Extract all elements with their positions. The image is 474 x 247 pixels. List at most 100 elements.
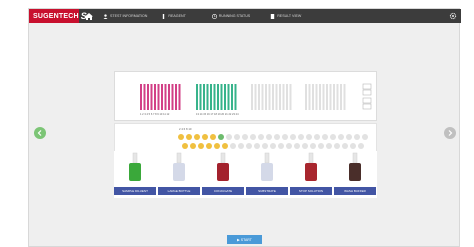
- strip-empty: [343, 84, 346, 110]
- strip-empty: [315, 84, 318, 110]
- reagent-tube-row: SAMPLE DILUENT LARGE BOTTLE CONJUGATE SUBST…: [114, 151, 377, 198]
- strip-empty: [268, 84, 271, 110]
- well: [310, 143, 316, 149]
- top-navigation-bar: SUGENTECH S STEST INFORMATION REAGENT RU…: [29, 9, 461, 23]
- start-button[interactable]: ▶ START: [227, 235, 262, 244]
- nav-result-view[interactable]: RESULT VIEW: [270, 13, 302, 19]
- reagent-tube-slot[interactable]: CONJUGATE: [202, 151, 244, 198]
- well: [334, 143, 340, 149]
- well: [326, 143, 332, 149]
- strip-empty: [286, 84, 288, 110]
- well-numbers-top: 2 4 6 8 10: [179, 127, 192, 131]
- tube-body: [173, 163, 185, 181]
- reagent-tube-label: SAMPLE DILUENT: [114, 187, 156, 195]
- reagent-tube-icon: [173, 152, 185, 181]
- strip-empty: [322, 84, 325, 110]
- tube-cap-stem: [352, 152, 358, 164]
- strip-empty: [336, 84, 339, 110]
- well: [294, 143, 300, 149]
- reagent-tube-label: CONJUGATE: [202, 187, 244, 195]
- well: [218, 134, 224, 140]
- well: [234, 134, 240, 140]
- strip-filled: [147, 84, 149, 110]
- reagent-tube-slot[interactable]: SAMPLE DILUENT: [114, 151, 156, 198]
- well: [186, 134, 192, 140]
- strip-filled: [203, 84, 205, 110]
- well: [230, 143, 236, 149]
- nav-label: RUNNING STATUS: [218, 14, 251, 18]
- well: [274, 134, 280, 140]
- strip-indicator: [362, 83, 372, 90]
- well: [282, 134, 288, 140]
- strip-filled: [171, 84, 174, 110]
- nav-running-status[interactable]: RUNNING STATUS: [211, 13, 251, 19]
- well: [238, 143, 244, 149]
- reagent-tube-slot[interactable]: STOP SOLUTION: [290, 151, 332, 198]
- well: [242, 134, 248, 140]
- reagent-tube-label: WASH BUFFER: [334, 187, 376, 195]
- strip-empty: [251, 84, 253, 110]
- clock-icon: [211, 13, 217, 19]
- strip-filled: [206, 84, 209, 110]
- nav-test-information[interactable]: STEST INFORMATION: [103, 13, 148, 19]
- strip-empty: [275, 84, 278, 110]
- reagent-tube-icon: [217, 152, 229, 181]
- well: [266, 134, 272, 140]
- strip-empty: [265, 84, 267, 110]
- strip-filled: [164, 84, 167, 110]
- reagent-tube-label: STOP SOLUTION: [290, 187, 332, 195]
- strip-filled: [196, 84, 198, 110]
- strip-numbers: 1 2 3 4 5 6 7 8 9 10 11 12: [140, 112, 170, 116]
- well: [298, 134, 304, 140]
- strip-empty: [308, 84, 311, 110]
- well: [290, 134, 296, 140]
- strip-filled: [154, 84, 156, 110]
- strip-empty: [326, 84, 328, 110]
- nav-label: REAGENT: [168, 14, 186, 18]
- strip-rack-panel: 1 2 3 4 5 6 7 8 9 10 11 12 13 14 15 16 17…: [114, 71, 377, 121]
- tube-cap-stem: [308, 152, 314, 164]
- document-icon: [271, 13, 275, 19]
- strip-empty: [319, 84, 321, 110]
- well: [278, 143, 284, 149]
- well: [226, 134, 232, 140]
- strip-empty: [272, 84, 274, 110]
- nav-label: STEST INFORMATION: [110, 14, 148, 18]
- reagent-tube-slot[interactable]: LARGE BOTTLE: [158, 151, 200, 198]
- nav-label: RESULT VIEW: [277, 14, 302, 18]
- home-button[interactable]: [83, 11, 95, 21]
- well: [202, 134, 208, 140]
- reagent-tube-slot[interactable]: WASH BUFFER: [334, 151, 376, 198]
- strip-rack: 1 2 3 4 5 6 7 8 9 10 11 12 13 14 15 16 17…: [140, 83, 372, 116]
- strip-empty: [279, 84, 281, 110]
- strip-empty: [312, 84, 314, 110]
- arrow-left-icon: [37, 130, 42, 136]
- well: [178, 134, 184, 140]
- strip-filled: [224, 84, 226, 110]
- next-arrow-button[interactable]: [444, 127, 456, 139]
- reagent-tube-slot[interactable]: SUBSTRATE: [246, 151, 288, 198]
- brand-logo: SUGENTECH S: [29, 9, 87, 23]
- well: [258, 134, 264, 140]
- well: [314, 134, 320, 140]
- gear-icon[interactable]: [449, 12, 457, 20]
- well: [190, 143, 196, 149]
- brand-name: SUGENTECH: [33, 12, 79, 20]
- strip-numbers: 13 14 15 16 17 18 19 20 21 22 23 24: [196, 112, 239, 116]
- strip-filled: [231, 84, 233, 110]
- strip-filled: [213, 84, 216, 110]
- strip-empty: [289, 84, 292, 110]
- well: [342, 143, 348, 149]
- strip-indicator: [362, 89, 372, 96]
- strip-indicator: [362, 103, 372, 110]
- strip-empty: [305, 84, 307, 110]
- tube-cap-stem: [264, 152, 270, 164]
- nav-reagent[interactable]: REAGENT: [161, 13, 186, 19]
- strip-filled: [210, 84, 212, 110]
- strip-filled: [234, 84, 237, 110]
- previous-arrow-button[interactable]: [34, 127, 46, 139]
- tube-cap-stem: [176, 152, 182, 164]
- arrow-right-icon: [448, 130, 453, 136]
- strip-empty: [329, 84, 332, 110]
- reagent-tube-icon: [349, 152, 361, 181]
